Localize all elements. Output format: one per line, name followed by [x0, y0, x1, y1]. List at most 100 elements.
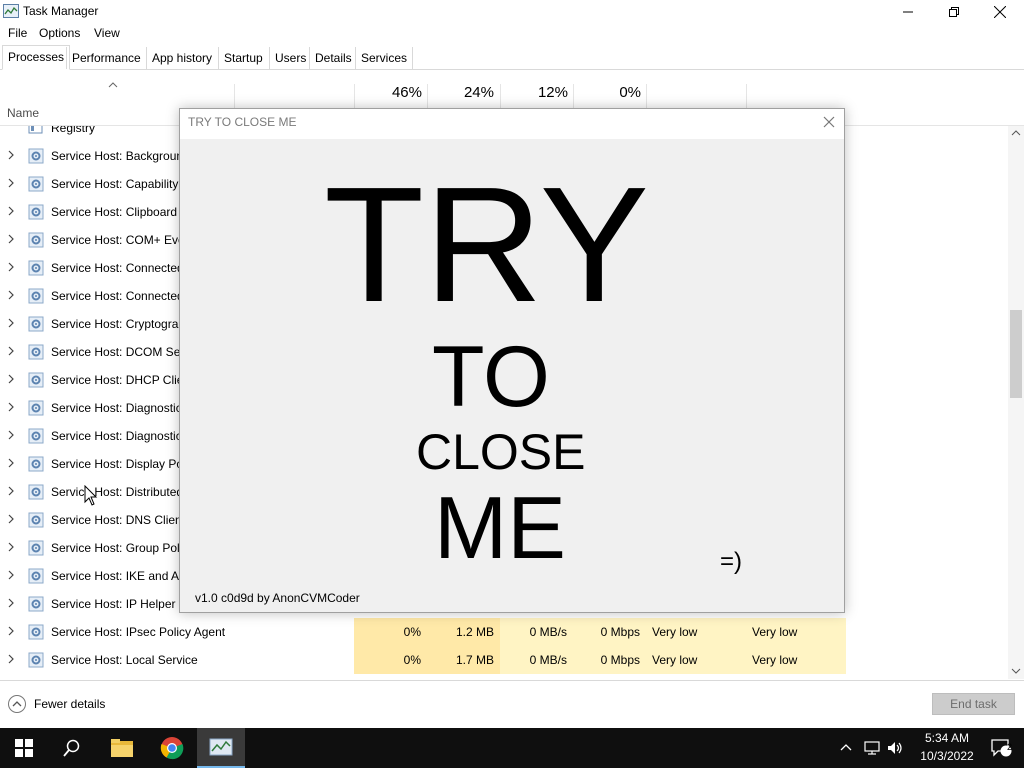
expand-chevron-icon[interactable] [7, 654, 17, 666]
action-center-button[interactable]: 2 [978, 728, 1024, 768]
tab-startup[interactable]: Startup [218, 47, 268, 69]
process-name: Service Host: Distributed [51, 485, 184, 499]
process-name: Service Host: Backgroun [51, 149, 184, 163]
fewer-details-link[interactable]: Fewer details [34, 697, 105, 711]
gear-icon [28, 260, 44, 276]
expand-chevron-icon[interactable] [7, 206, 17, 218]
restore-button[interactable] [931, 0, 977, 24]
expand-chevron-icon[interactable] [7, 430, 17, 442]
gear-icon [28, 148, 44, 164]
expand-chevron-icon[interactable] [7, 346, 17, 358]
tab-app-history[interactable]: App history [146, 47, 217, 69]
clock-time[interactable]: 5:34 AM [912, 731, 982, 745]
sort-arrow-icon[interactable] [108, 82, 118, 88]
gear-icon [28, 428, 44, 444]
window-title: Task Manager [23, 4, 99, 18]
gear-icon [28, 484, 44, 500]
menu-view[interactable]: View [94, 26, 120, 40]
menu-options[interactable]: Options [39, 26, 80, 40]
cell-cpu: 0% [354, 618, 427, 646]
expand-chevron-icon[interactable] [7, 514, 17, 526]
cell-network: 0 Mbps [573, 646, 646, 674]
disk-total[interactable]: 12% [500, 84, 568, 101]
process-name: Service Host: DNS Client [51, 513, 186, 527]
footer [0, 680, 1024, 729]
popup-word-close: CLOSE [416, 424, 586, 480]
tab-bar: Processes Performance App history Startu… [0, 44, 1024, 70]
volume-icon[interactable] [887, 740, 903, 756]
expand-chevron-icon[interactable] [7, 570, 17, 582]
taskbar-file-explorer[interactable] [98, 728, 146, 768]
expand-chevron-icon[interactable] [7, 458, 17, 470]
scroll-down-icon[interactable] [1011, 667, 1021, 675]
tab-processes[interactable]: Processes [2, 45, 71, 70]
column-name[interactable]: Name [7, 106, 39, 120]
popup-close-icon[interactable] [820, 113, 838, 131]
process-name: Service Host: Diagnostic [51, 401, 182, 415]
start-button[interactable] [0, 728, 48, 768]
tab-services[interactable]: Services [355, 47, 414, 69]
memory-total[interactable]: 24% [427, 84, 494, 101]
expand-chevron-icon[interactable] [7, 290, 17, 302]
expand-chevron-icon[interactable] [7, 598, 17, 610]
menu-file[interactable]: File [8, 26, 27, 40]
cell-power-trend: Very low [746, 646, 846, 674]
menu-bar: File Options View [0, 24, 1024, 44]
cell-disk: 0 MB/s [500, 618, 573, 646]
process-name: Service Host: DHCP Clien [51, 373, 191, 387]
scroll-up-icon[interactable] [1011, 129, 1021, 137]
title-bar [0, 0, 1024, 24]
fewer-details-icon[interactable] [8, 695, 26, 713]
minimize-icon [903, 11, 913, 13]
task-manager-icon [3, 4, 19, 18]
expand-chevron-icon[interactable] [7, 178, 17, 190]
file-explorer-icon [111, 739, 133, 757]
cell-power: Very low [646, 618, 746, 646]
expand-chevron-icon[interactable] [7, 318, 17, 330]
gear-icon [28, 596, 44, 612]
taskbar-chrome[interactable] [148, 728, 196, 768]
show-hidden-icons-icon[interactable] [840, 742, 852, 752]
popup-word-try: TRY [324, 153, 650, 336]
expand-chevron-icon[interactable] [7, 402, 17, 414]
network-icon[interactable] [863, 740, 881, 756]
search-button[interactable] [48, 728, 96, 768]
gear-icon [28, 456, 44, 472]
expand-chevron-icon[interactable] [7, 486, 17, 498]
minimize-button[interactable] [885, 0, 931, 24]
process-name: Service Host: Group Polic [51, 541, 189, 555]
scrollbar[interactable] [1008, 126, 1024, 679]
expand-chevron-icon[interactable] [7, 626, 17, 638]
expand-chevron-icon[interactable] [7, 374, 17, 386]
clock-date[interactable]: 10/3/2022 [912, 749, 982, 763]
expand-chevron-icon[interactable] [7, 542, 17, 554]
process-name: Service Host: Diagnostic [51, 429, 182, 443]
expand-chevron-icon[interactable] [7, 234, 17, 246]
expand-chevron-icon[interactable] [7, 262, 17, 274]
gear-icon [28, 204, 44, 220]
gear-icon [28, 372, 44, 388]
process-name: Registry [51, 126, 96, 135]
cell-power-trend: Very low [746, 618, 846, 646]
popup-version: v1.0 c0d9d by AnonCVMCoder [195, 591, 360, 605]
popup-title: TRY TO CLOSE ME [188, 115, 297, 129]
cell-network: 0 Mbps [573, 618, 646, 646]
cpu-total[interactable]: 46% [354, 84, 422, 101]
process-name: Service Host: Connected [51, 261, 184, 275]
network-total[interactable]: 0% [573, 84, 641, 101]
notification-count: 2 [1007, 742, 1013, 752]
end-task-button[interactable]: End task [932, 693, 1015, 715]
tab-performance[interactable]: Performance [66, 47, 146, 69]
scrollbar-thumb[interactable] [1010, 310, 1022, 398]
chrome-icon [160, 737, 184, 760]
cell-disk: 0 MB/s [500, 646, 573, 674]
process-name: Service Host: IKE and Au [51, 569, 186, 583]
taskbar-task-manager[interactable] [197, 728, 245, 768]
windows-start-icon [15, 739, 33, 757]
tab-details[interactable]: Details [309, 47, 357, 69]
tab-users[interactable]: Users [269, 47, 311, 69]
close-button[interactable] [977, 0, 1023, 24]
expand-chevron-icon[interactable] [7, 150, 17, 162]
table-row[interactable]: Service Host: Local Service 0% 1.7 MB 0 MB/… [0, 646, 1008, 674]
table-row[interactable]: Service Host: IPsec Policy Agent 0% 1.2 MB… [0, 618, 1008, 646]
